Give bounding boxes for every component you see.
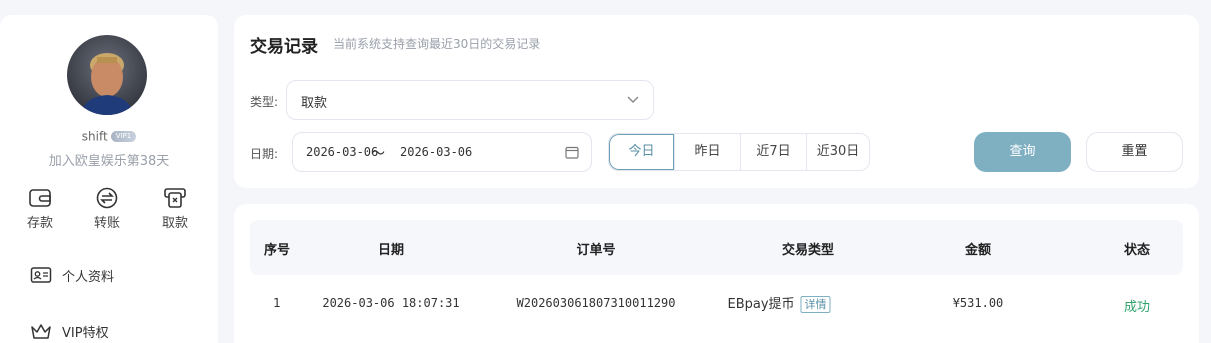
- type-label: 类型:: [250, 95, 279, 109]
- withdraw-button[interactable]: 取款: [150, 187, 200, 231]
- date-range-shortcuts: 今日 昨日 近7日 近30日: [608, 133, 870, 171]
- type-select-value: 取款: [301, 96, 328, 111]
- transfer-icon: [96, 187, 118, 209]
- range-7days-button[interactable]: 近7日: [740, 134, 806, 170]
- column-header-type: 交易类型: [781, 243, 835, 258]
- range-30days-button[interactable]: 近30日: [806, 134, 869, 170]
- page-title: 交易记录: [250, 37, 318, 57]
- row-order-number: W20260306180731001129​0: [516, 296, 676, 310]
- calendar-icon: [565, 146, 579, 159]
- range-today-button[interactable]: 今日: [609, 134, 674, 170]
- filter-panel: 交易记录 当前系统支持查询最近30日的交易记录 类型: 取款 日期: 2026-…: [234, 15, 1199, 188]
- avatar[interactable]: [67, 35, 147, 115]
- transactions-table: 序号 日期 订单号 交易类型 金额 状态 1 2026-03-06 18:07:…: [234, 204, 1199, 343]
- crown-icon: [31, 324, 51, 339]
- row-type-text: EBpay提币: [727, 297, 795, 312]
- withdraw-icon: [164, 188, 186, 208]
- wallet-icon: [29, 189, 51, 207]
- page-subtitle: 当前系统支持查询最近30日的交易记录: [333, 37, 541, 51]
- detail-link[interactable]: 详情: [800, 296, 831, 313]
- date-separator: 〜: [371, 146, 385, 162]
- row-date: 2026-03-06 18:07:31: [322, 296, 460, 310]
- date-label: 日期:: [250, 147, 279, 161]
- column-header-index: 序号: [263, 243, 291, 258]
- column-header-date: 日期: [377, 243, 405, 258]
- range-yesterday-button[interactable]: 昨日: [674, 134, 740, 170]
- username: shift: [81, 129, 108, 144]
- id-card-icon: [30, 267, 52, 283]
- sidebar-item-vip[interactable]: VIP特权: [30, 319, 200, 343]
- row-status: 成功: [1123, 300, 1151, 315]
- reset-button[interactable]: 重置: [1086, 132, 1183, 172]
- join-days-text: 加入欧皇娱乐第38天: [48, 154, 170, 169]
- table-header: 序号 日期 订单号 交易类型 金额 状态: [250, 220, 1183, 275]
- deposit-label: 存款: [26, 216, 53, 231]
- sidebar-item-profile[interactable]: 个人资料: [30, 263, 200, 287]
- column-header-status: 状态: [1123, 243, 1151, 258]
- date-start-value: 2026-03-06: [306, 145, 379, 159]
- withdraw-label: 取款: [161, 216, 188, 231]
- sidebar-item-label: 个人资料: [62, 269, 115, 285]
- query-button[interactable]: 查询: [974, 132, 1071, 172]
- chevron-down-icon: [627, 96, 639, 103]
- row-amount: ¥531.00: [952, 296, 1004, 310]
- column-header-amount: 金额: [964, 243, 992, 258]
- deposit-button[interactable]: 存款: [15, 187, 65, 231]
- sidebar-item-label: VIP特权: [62, 325, 109, 341]
- row-type: EBpay提币 详情: [727, 293, 831, 313]
- username-line: shift VIP1: [0, 129, 218, 144]
- date-end-value: 2026-03-06: [400, 145, 473, 159]
- vip-badge: VIP1: [110, 131, 137, 142]
- row-index: 1: [273, 296, 281, 310]
- column-header-order: 订单号: [576, 243, 616, 258]
- transfer-label: 转账: [93, 216, 120, 231]
- type-select[interactable]: 取款: [286, 80, 654, 120]
- date-range-picker[interactable]: 2026-03-06 〜 2026-03-06: [292, 132, 592, 172]
- sidebar: shift VIP1 加入欧皇娱乐第38天 存款 转账 取款 个人资料 VIP特…: [0, 15, 218, 343]
- transfer-button[interactable]: 转账: [82, 187, 132, 231]
